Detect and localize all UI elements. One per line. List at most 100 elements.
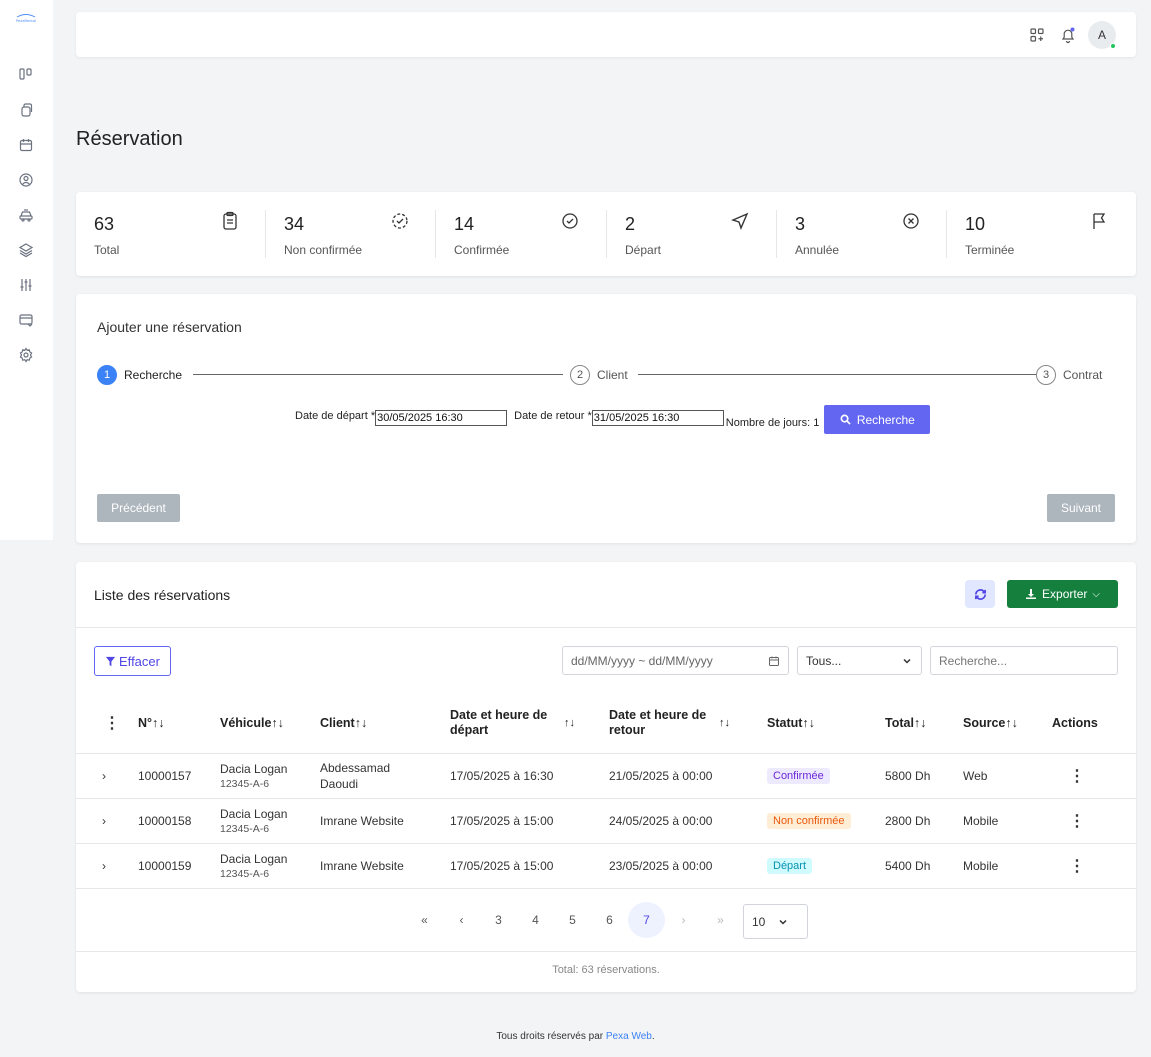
date-search-row: Date de départ * Date de retour * Nombre… bbox=[295, 405, 931, 434]
status-select-value: Tous... bbox=[806, 653, 842, 668]
expand-chevron-icon[interactable]: › bbox=[76, 843, 138, 889]
refresh-button[interactable] bbox=[965, 580, 995, 608]
column-menu-icon[interactable]: ⋮ bbox=[76, 694, 138, 754]
col-vehicle[interactable]: Véhicule↑↓ bbox=[220, 694, 320, 754]
add-reservation-card: Ajouter une réservation 1 Recherche 2 Cl… bbox=[76, 294, 1136, 543]
table-row: › 10000158 Dacia Logan 12345-A-6 Imrane W… bbox=[76, 798, 1136, 844]
days-count: Nombre de jours: 1 bbox=[725, 417, 820, 429]
page-size-select[interactable]: 10 bbox=[743, 904, 808, 939]
cell-num: 10000157 bbox=[138, 753, 220, 799]
vehicle-plate: 12345-A-6 bbox=[220, 867, 270, 880]
online-status-dot bbox=[1110, 43, 1116, 49]
first-page-button[interactable]: « bbox=[406, 902, 443, 938]
step-contrat[interactable]: 3 Contrat bbox=[1036, 365, 1102, 385]
col-num[interactable]: N°↑↓ bbox=[138, 694, 220, 754]
divider bbox=[76, 627, 1136, 628]
step-connector bbox=[193, 374, 563, 375]
status-badge: Confirmée bbox=[767, 767, 830, 784]
prev-page-button[interactable]: ‹ bbox=[443, 902, 480, 938]
clear-filters-button[interactable]: Effacer bbox=[94, 646, 171, 676]
cell-source: Mobile bbox=[963, 798, 1052, 844]
logo[interactable]: PexaRental bbox=[9, 12, 43, 24]
list-title: Liste des réservations bbox=[94, 587, 231, 603]
footer-suffix: . bbox=[651, 1031, 655, 1042]
row-actions-icon[interactable]: ⋮ bbox=[1052, 753, 1136, 799]
sliders-icon[interactable] bbox=[18, 277, 34, 293]
clear-filters-label: Effacer bbox=[119, 653, 160, 669]
cell-retour: 23/05/2025 à 00:00 bbox=[609, 843, 767, 889]
sidebar: PexaRental bbox=[0, 0, 53, 540]
kanban-icon[interactable] bbox=[18, 66, 34, 82]
step-client[interactable]: 2 Client bbox=[570, 365, 628, 385]
stat-total: 63 Total bbox=[94, 192, 264, 276]
wizard-title: Ajouter une réservation bbox=[97, 319, 242, 335]
settings-icon[interactable] bbox=[18, 347, 34, 363]
page-button[interactable]: 5 bbox=[554, 902, 591, 938]
search-input[interactable] bbox=[930, 646, 1118, 675]
sort-icon: ↑↓ bbox=[719, 717, 730, 730]
step-number: 2 bbox=[570, 365, 590, 385]
top-bar: A bbox=[76, 12, 1136, 57]
stat-label: Départ bbox=[625, 243, 662, 257]
step-connector bbox=[638, 374, 1036, 375]
check-circle-icon bbox=[560, 211, 580, 231]
cell-source: Web bbox=[963, 753, 1052, 799]
current-page-button[interactable]: 7 bbox=[628, 902, 665, 938]
depart-date-input[interactable] bbox=[375, 410, 508, 426]
previous-button[interactable]: Précédent bbox=[97, 494, 180, 522]
export-button[interactable]: Exporter ⌵ bbox=[1007, 580, 1118, 608]
chevron-down-icon bbox=[779, 919, 787, 925]
vehicle-name: Dacia Logan bbox=[220, 851, 288, 866]
retour-date-input[interactable] bbox=[591, 410, 724, 426]
page-button[interactable]: 6 bbox=[591, 902, 628, 938]
stat-divider bbox=[946, 210, 947, 258]
apps-add-icon[interactable] bbox=[1028, 26, 1046, 44]
clipboard-icon bbox=[220, 211, 240, 231]
car-icon[interactable] bbox=[18, 207, 34, 223]
copy-icon[interactable] bbox=[18, 102, 34, 118]
layers-icon[interactable] bbox=[18, 242, 34, 258]
expand-chevron-icon[interactable]: › bbox=[76, 798, 138, 844]
status-select[interactable]: Tous... bbox=[797, 646, 922, 675]
stat-confirmee: 14 Confirmée bbox=[435, 192, 624, 276]
step-label: Recherche bbox=[124, 368, 183, 382]
col-source[interactable]: Source↑↓ bbox=[963, 694, 1052, 754]
last-page-button[interactable]: » bbox=[702, 902, 739, 938]
col-status[interactable]: Statut↑↓ bbox=[767, 694, 885, 754]
cancel-circle-icon bbox=[901, 211, 921, 231]
stat-non-confirmee: 34 Non confirmée bbox=[265, 192, 454, 276]
col-client[interactable]: Client↑↓ bbox=[320, 694, 450, 754]
refresh-icon bbox=[974, 588, 986, 600]
stat-value: 2 bbox=[625, 214, 636, 234]
expand-chevron-icon[interactable]: › bbox=[76, 753, 138, 799]
col-retour[interactable]: Date et heure de retour ↑↓ bbox=[609, 694, 767, 754]
date-range-input[interactable]: dd/MM/yyyy ~ dd/MM/yyyy bbox=[562, 646, 789, 675]
col-depart[interactable]: Date et heure de départ ↑↓ bbox=[450, 694, 609, 754]
row-actions-icon[interactable]: ⋮ bbox=[1052, 843, 1136, 889]
page-button[interactable]: 3 bbox=[480, 902, 517, 938]
cell-num: 10000158 bbox=[138, 798, 220, 844]
vehicle-name: Dacia Logan bbox=[220, 806, 288, 821]
stat-annulee: 3 Annulée bbox=[776, 192, 965, 276]
stat-divider bbox=[606, 210, 607, 258]
calendar-icon[interactable] bbox=[18, 137, 34, 153]
page-button[interactable]: 4 bbox=[517, 902, 554, 938]
cell-depart: 17/05/2025 à 15:00 bbox=[450, 798, 609, 844]
stat-divider bbox=[435, 210, 436, 258]
search-button[interactable]: Recherche bbox=[824, 405, 931, 434]
next-page-button[interactable]: › bbox=[665, 902, 702, 938]
step-recherche[interactable]: 1 Recherche bbox=[97, 365, 182, 385]
card-transfer-icon[interactable] bbox=[18, 312, 34, 328]
date-range-placeholder: dd/MM/yyyy ~ dd/MM/yyyy bbox=[571, 653, 713, 668]
row-actions-icon[interactable]: ⋮ bbox=[1052, 798, 1136, 844]
stat-divider bbox=[776, 210, 777, 258]
user-circle-icon[interactable] bbox=[18, 172, 34, 188]
cell-total: 2800 Dh bbox=[885, 798, 963, 844]
cell-num: 10000159 bbox=[138, 843, 220, 889]
chevron-down-icon: ⌵ bbox=[1092, 588, 1100, 600]
footer-link[interactable]: Pexa Web bbox=[606, 1031, 652, 1042]
avatar[interactable]: A bbox=[1088, 21, 1116, 49]
next-button[interactable]: Suivant bbox=[1047, 494, 1115, 522]
bell-icon[interactable] bbox=[1059, 26, 1077, 44]
col-total[interactable]: Total↑↓ bbox=[885, 694, 963, 754]
